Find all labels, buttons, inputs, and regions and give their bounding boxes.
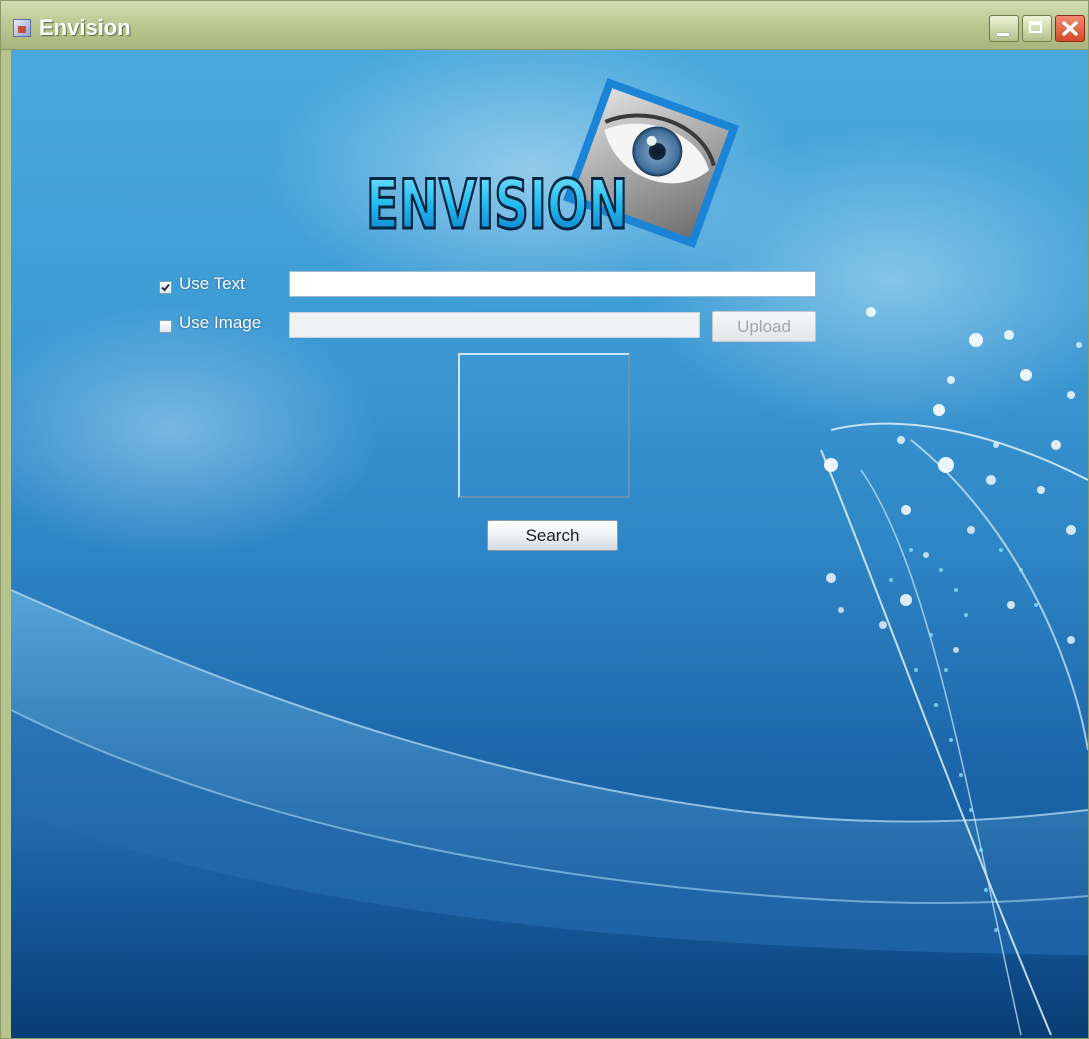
image-preview-box — [458, 353, 630, 498]
app-window: Envision ENVISION Use Text Use Image Upl… — [0, 0, 1089, 1039]
use-image-checkbox[interactable] — [159, 320, 172, 333]
window-title: Envision — [39, 15, 131, 40]
use-image-label: Use Image — [179, 313, 262, 332]
close-icon[interactable] — [1055, 15, 1085, 42]
maximize-icon[interactable] — [1022, 15, 1052, 42]
title-bar[interactable]: Envision — [1, 1, 1088, 50]
app-icon — [13, 19, 31, 37]
logo-text: ENVISION — [366, 166, 628, 245]
text-query-input[interactable] — [289, 271, 816, 297]
envision-logo: ENVISION — [365, 78, 740, 248]
minimize-icon[interactable] — [989, 15, 1019, 42]
use-text-label: Use Text — [179, 274, 245, 293]
use-text-checkbox[interactable] — [159, 281, 172, 294]
search-button[interactable]: Search — [487, 520, 618, 551]
main-panel: ENVISION Use Text Use Image Upload Searc… — [11, 50, 1088, 1038]
image-path-input[interactable] — [289, 312, 700, 338]
upload-button[interactable]: Upload — [712, 311, 816, 342]
